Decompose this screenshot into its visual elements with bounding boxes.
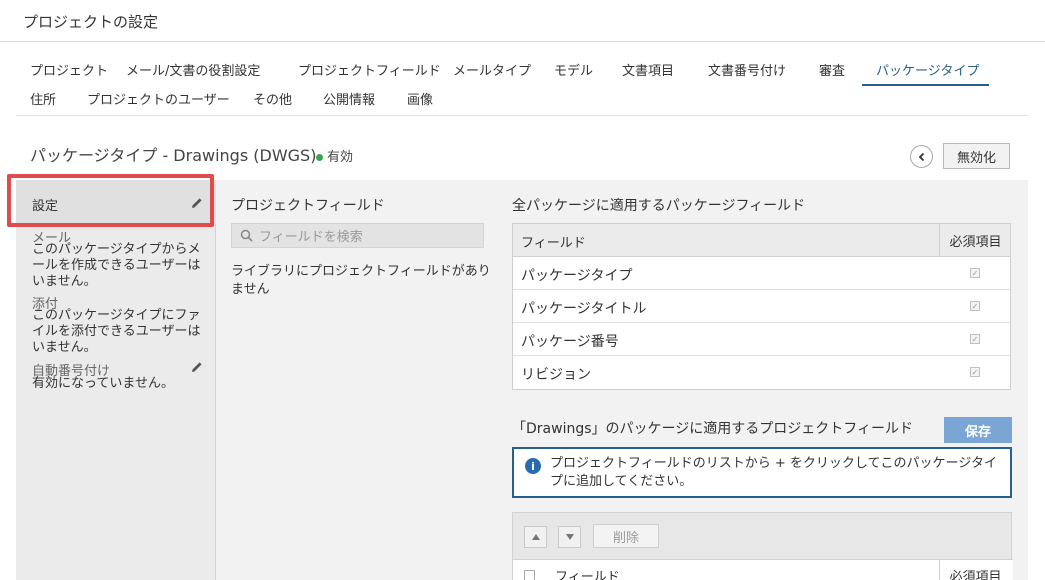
move-up-button[interactable]: [524, 526, 547, 548]
search-input[interactable]: フィールドを検索: [231, 223, 484, 248]
table-header: フィールド 必須項目: [513, 559, 1013, 580]
sidebar-mail-text: このパッケージタイプからメールを作成できるユーザーはいません。: [32, 242, 201, 289]
chevron-left-icon: [918, 152, 924, 161]
tab-mail-types[interactable]: メールタイプ: [451, 58, 533, 86]
tab-images[interactable]: 画像: [405, 87, 435, 115]
drawings-fields-table: 削除 フィールド 必須項目: [512, 512, 1013, 580]
tabs-divider: [16, 115, 1028, 116]
triangle-down-icon: [565, 534, 574, 540]
tab-models[interactable]: モデル: [552, 58, 595, 86]
tab-other[interactable]: その他: [251, 87, 294, 115]
highlight-box: [7, 174, 214, 227]
tab-project-fields[interactable]: プロジェクトフィールド: [296, 58, 443, 86]
move-down-button[interactable]: [558, 526, 581, 548]
settings-sidebar: 設定 メール このパッケージタイプからメールを作成できるユーザーはいません。 添…: [16, 180, 216, 580]
page-title: パッケージタイプ - Drawings (DWGS): [30, 146, 317, 165]
sidebar-attach-text: このパッケージタイプにファイルを添付できるユーザーはいません。: [32, 308, 201, 355]
field-name: リビジョン: [521, 367, 591, 383]
package-fields-title: 全パッケージに適用するパッケージフィールド: [512, 198, 806, 214]
tab-project-users[interactable]: プロジェクトのユーザー: [85, 87, 232, 115]
sidebar-autonum-text: 有効になっていません。: [32, 376, 174, 391]
info-icon: i: [525, 458, 541, 474]
table-row: パッケージタイプ ✓: [513, 257, 1010, 290]
required-checkbox: ✓: [970, 334, 980, 344]
package-fields-table: フィールド 必須項目 パッケージタイプ ✓ パッケージタイトル ✓ パッケージ番…: [512, 223, 1011, 390]
status-text: 有効: [327, 150, 354, 165]
pencil-icon[interactable]: [190, 360, 204, 374]
column-header-field: フィールド: [555, 570, 620, 580]
column-header-required: 必須項目: [939, 224, 1011, 257]
table-header: フィールド 必須項目: [513, 224, 1010, 257]
window-title: プロジェクトの設定: [23, 13, 159, 31]
table-row: パッケージタイトル ✓: [513, 290, 1010, 323]
tab-public-info[interactable]: 公開情報: [321, 87, 377, 115]
status-dot-icon: [316, 154, 323, 161]
status-badge: 有効: [316, 146, 353, 165]
deactivate-button[interactable]: 無効化: [943, 143, 1010, 169]
tab-project[interactable]: プロジェクト: [28, 58, 110, 86]
tab-document-items[interactable]: 文書項目: [620, 58, 676, 86]
tab-mail-doc-roles[interactable]: メール/文書の役割設定: [124, 58, 262, 86]
column-header-field: フィールド: [521, 236, 586, 251]
search-icon: [240, 229, 253, 242]
tab-package-types[interactable]: パッケージタイプ: [862, 58, 989, 86]
delete-button[interactable]: 削除: [593, 524, 659, 548]
window-titlebar: プロジェクトの設定: [0, 0, 1045, 42]
required-checkbox: ✓: [970, 268, 980, 278]
tab-address[interactable]: 住所: [28, 87, 58, 115]
select-all-checkbox[interactable]: [524, 570, 535, 580]
table-row: リビジョン ✓: [513, 356, 1010, 389]
required-checkbox: ✓: [970, 367, 980, 377]
tab-document-numbering[interactable]: 文書番号付け: [706, 58, 788, 86]
info-text: プロジェクトフィールドのリストから + をクリックしてこのパッケージタイプに追加…: [550, 456, 997, 489]
required-checkbox: ✓: [970, 301, 980, 311]
back-button[interactable]: [910, 145, 933, 168]
field-name: パッケージタイプ: [521, 268, 633, 284]
search-placeholder: フィールドを検索: [259, 230, 363, 245]
project-fields-title: プロジェクトフィールド: [231, 198, 385, 214]
table-row: パッケージ番号 ✓: [513, 323, 1010, 356]
save-button[interactable]: 保存: [944, 417, 1012, 443]
triangle-up-icon: [531, 534, 540, 540]
column-header-required: 必須項目: [939, 560, 1011, 580]
field-name: パッケージタイトル: [521, 301, 647, 317]
info-message: i プロジェクトフィールドのリストから + をクリックしてこのパッケージタイプに…: [512, 447, 1012, 498]
tab-review[interactable]: 審査: [817, 58, 847, 86]
field-name: パッケージ番号: [521, 334, 619, 350]
drawings-fields-title: 「Drawings」のパッケージに適用するプロジェクトフィールド: [512, 421, 913, 437]
project-fields-empty-text: ライブラリにプロジェクトフィールドがありません: [231, 264, 491, 297]
